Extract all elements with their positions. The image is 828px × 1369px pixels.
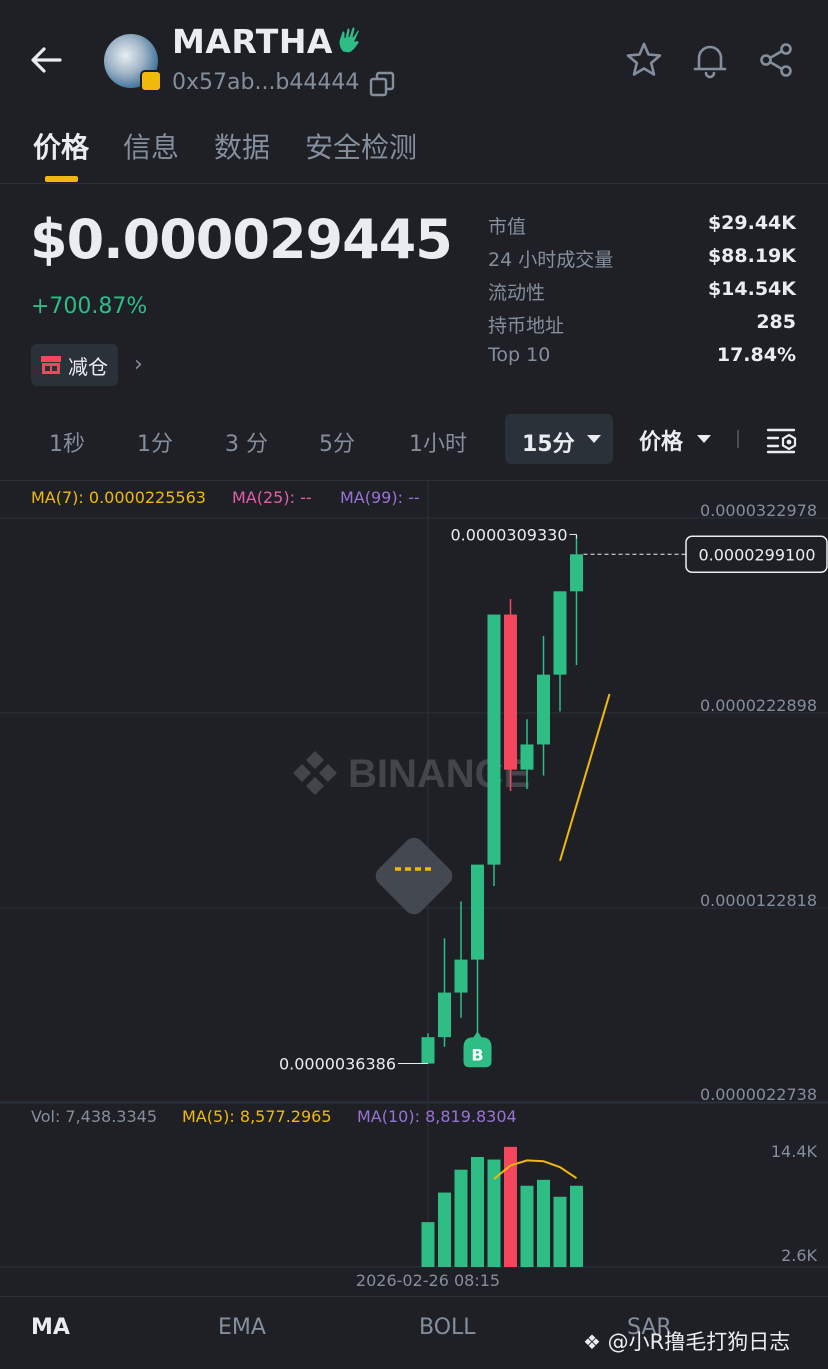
candle-body <box>504 614 517 770</box>
back-arrow-icon[interactable] <box>26 40 66 80</box>
stat-value: $88.19K <box>707 245 796 267</box>
candle-body <box>471 864 484 960</box>
current-price-label: 0.0000299100 <box>698 545 815 564</box>
token-name: MARTHA <box>172 22 333 61</box>
high-price-label: 0.0000309330 <box>450 525 567 544</box>
chevron-right-icon[interactable]: › <box>134 352 143 377</box>
interval-5m[interactable]: 5分 <box>319 426 355 458</box>
volume-bar <box>454 1169 468 1267</box>
stat-row-volume: 24 小时成交量 $88.19K <box>488 243 798 276</box>
header: MARTHA 0x57ab...b44444 <box>0 0 828 110</box>
tab-ema[interactable]: EMA <box>218 1315 266 1340</box>
share-icon[interactable] <box>756 40 796 80</box>
reduce-position-label: 减仓 <box>68 355 108 379</box>
volume-bar <box>537 1179 550 1267</box>
price-change-percent: +700.87% <box>31 294 148 319</box>
candle-body <box>438 992 451 1038</box>
candle-body <box>570 554 583 592</box>
stat-label: 市值 <box>488 216 527 238</box>
stat-row-market-cap: 市值 $29.44K <box>488 210 798 243</box>
y-axis-label: 0.0000122818 <box>700 891 817 910</box>
volume-bar <box>553 1196 567 1267</box>
chart-settings-icon[interactable] <box>764 424 800 456</box>
divider <box>737 430 739 448</box>
volume-axis-label: 14.4K <box>771 1142 818 1161</box>
volume-bars: 14.4K 2.6K 2026-02-26 08:15 <box>356 1142 818 1290</box>
interval-15m-dropdown[interactable]: 15分 <box>505 414 613 464</box>
volume-legend: Vol: 7,438.3345 <box>31 1107 158 1126</box>
volume-bar <box>471 1157 484 1267</box>
credit-watermark: ❖ @小R撸毛打狗日志 <box>583 1326 790 1356</box>
dropdown-caret-icon <box>587 435 601 443</box>
order-shortcut-button[interactable] <box>361 823 467 929</box>
dropdown-caret-icon <box>697 435 711 443</box>
volume-ma5-legend: MA(5): 8,577.2965 <box>182 1107 332 1126</box>
diamond-logo-icon: ❖ <box>583 1330 601 1354</box>
chain-badge-icon <box>140 70 162 92</box>
copy-icon[interactable] <box>368 70 396 98</box>
tab-ma[interactable]: MA <box>31 1315 70 1340</box>
tab-info[interactable]: 信息 <box>123 126 179 166</box>
shop-sign-icon <box>41 356 61 374</box>
stat-row-liquidity: 流动性 $14.54K <box>488 276 798 309</box>
stat-label: Top 10 <box>488 344 551 366</box>
stat-label: 持币地址 <box>488 315 565 337</box>
price-labels: 0.0000309330 0.0000036386 0.0000299100 B <box>279 525 828 1074</box>
ma7-polyline <box>559 693 611 862</box>
stat-label: 流动性 <box>488 282 546 304</box>
stat-value: $14.54K <box>707 278 796 300</box>
stat-value: 17.84% <box>716 344 796 366</box>
reduce-position-button[interactable]: 减仓 <box>31 344 118 386</box>
tab-price[interactable]: 价格 <box>33 126 89 166</box>
volume-ma10-legend: MA(10): 8,819.8304 <box>357 1107 517 1126</box>
star-icon[interactable] <box>624 40 664 80</box>
bell-icon[interactable] <box>690 40 730 80</box>
price-mode-dropdown[interactable]: 价格 <box>639 424 683 456</box>
interval-1s[interactable]: 1秒 <box>49 426 85 458</box>
interval-1m[interactable]: 1分 <box>137 426 173 458</box>
waving-hand-icon <box>338 26 360 54</box>
candle-body <box>421 1037 435 1064</box>
y-axis-label: 0.0000222898 <box>700 696 817 715</box>
token-address: 0x57ab...b44444 <box>172 70 360 95</box>
watermark-text: BINANCE <box>348 752 530 796</box>
stat-row-holders: 持币地址 285 <box>488 309 798 342</box>
candles <box>421 534 583 1064</box>
volume-axis-label: 2.6K <box>781 1246 817 1265</box>
volume-bar <box>438 1192 451 1267</box>
selected-interval: 15分 <box>522 432 575 457</box>
volume-bar <box>570 1185 583 1267</box>
interval-selector: 1秒 1分 3 分 5分 1小时 15分 价格 <box>0 410 828 470</box>
candle-body <box>537 674 550 745</box>
interval-3m[interactable]: 3 分 <box>225 426 268 458</box>
candle-body <box>553 591 567 675</box>
low-price-label: 0.0000036386 <box>279 1055 396 1074</box>
stat-label: 24 小时成交量 <box>488 249 614 271</box>
tab-security[interactable]: 安全检测 <box>305 126 417 166</box>
candle-body <box>454 959 468 993</box>
tab-data[interactable]: 数据 <box>214 126 270 166</box>
detail-tabs: 价格 信息 数据 安全检测 <box>0 120 828 184</box>
volume-bar <box>421 1222 435 1267</box>
volume-bar <box>520 1185 534 1267</box>
token-stats: 市值 $29.44K 24 小时成交量 $88.19K 流动性 $14.54K … <box>488 210 798 375</box>
current-price: $0.000029445 <box>30 208 453 271</box>
active-tab-indicator <box>45 176 78 182</box>
credit-text: @小R撸毛打狗日志 <box>607 1330 791 1354</box>
stat-row-top10: Top 10 17.84% <box>488 342 798 375</box>
stat-value: $29.44K <box>707 212 796 234</box>
tab-boll[interactable]: BOLL <box>419 1315 476 1340</box>
interval-1h[interactable]: 1小时 <box>409 426 467 458</box>
y-axis-label: 0.0000322978 <box>700 501 817 520</box>
buy-marker-label: B <box>471 1045 483 1064</box>
x-axis-time-label: 2026-02-26 08:15 <box>356 1271 500 1290</box>
y-axis-label: 0.0000022738 <box>700 1085 817 1104</box>
stat-value: 285 <box>756 311 796 333</box>
candle-body <box>487 614 501 865</box>
candle-body <box>520 744 534 770</box>
ma7-line <box>559 693 611 862</box>
